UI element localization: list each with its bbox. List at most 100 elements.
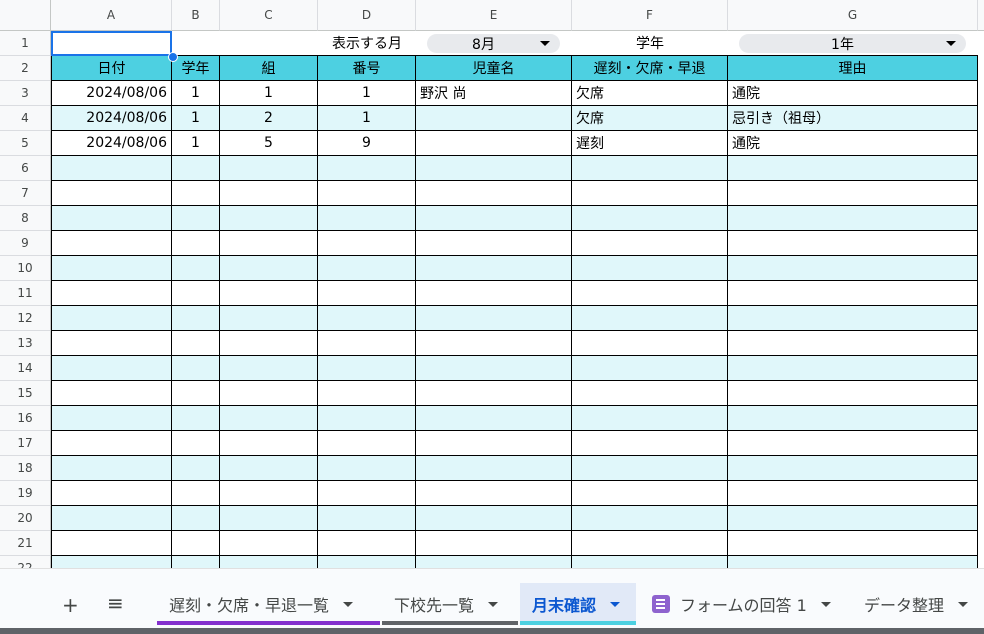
table-cell[interactable]: 欠席 (572, 81, 728, 106)
table-cell[interactable] (51, 206, 172, 231)
table-cell[interactable]: 1 (172, 81, 220, 106)
column-header-b[interactable]: B (172, 0, 220, 31)
spreadsheet-grid[interactable]: A B C D E F G 1 2 3 4 5 6 7 8 9 10 11 12… (0, 0, 984, 568)
table-cell[interactable] (318, 381, 416, 406)
column-header-g[interactable]: G (728, 0, 978, 31)
row-header[interactable]: 19 (0, 481, 51, 506)
table-cell[interactable] (572, 156, 728, 181)
table-cell[interactable] (220, 406, 318, 431)
table-cell[interactable] (318, 481, 416, 506)
table-cell[interactable] (172, 506, 220, 531)
table-cell[interactable]: 野沢 尚 (416, 81, 572, 106)
table-cell[interactable] (51, 181, 172, 206)
table-cell[interactable] (318, 531, 416, 556)
table-cell[interactable] (172, 431, 220, 456)
table-cell[interactable] (172, 256, 220, 281)
table-cell[interactable] (416, 281, 572, 306)
table-cell[interactable] (220, 456, 318, 481)
table-cell[interactable] (416, 106, 572, 131)
tab-menu-arrow-icon[interactable] (343, 601, 354, 607)
table-cell[interactable] (416, 431, 572, 456)
table-cell[interactable] (318, 506, 416, 531)
tab-menu-arrow-icon[interactable] (958, 601, 969, 607)
table-cell[interactable] (728, 306, 978, 331)
table-cell[interactable] (572, 306, 728, 331)
row-header[interactable]: 22 (0, 556, 51, 568)
table-cell[interactable] (318, 156, 416, 181)
table-cell[interactable] (728, 231, 978, 256)
table-cell[interactable] (572, 506, 728, 531)
tab-data-organize[interactable]: データ整理 (852, 583, 984, 625)
grade-dropdown[interactable]: 1年 (739, 34, 966, 53)
table-cell[interactable] (172, 456, 220, 481)
table-cell[interactable]: 通院 (728, 81, 978, 106)
fill-handle[interactable] (168, 52, 178, 62)
table-cell[interactable] (416, 556, 572, 568)
header-student-name[interactable]: 児童名 (416, 56, 572, 81)
table-cell[interactable] (572, 206, 728, 231)
column-header-d[interactable]: D (318, 0, 416, 31)
table-cell[interactable] (318, 231, 416, 256)
table-cell[interactable] (416, 131, 572, 156)
table-cell[interactable] (416, 256, 572, 281)
table-cell[interactable] (416, 456, 572, 481)
table-cell[interactable] (51, 531, 172, 556)
table-cell[interactable] (572, 256, 728, 281)
table-cell[interactable] (318, 406, 416, 431)
table-cell[interactable]: 通院 (728, 131, 978, 156)
table-cell[interactable] (318, 181, 416, 206)
table-cell[interactable]: 1 (172, 131, 220, 156)
table-cell[interactable] (220, 206, 318, 231)
table-cell[interactable] (220, 156, 318, 181)
row-header[interactable]: 14 (0, 356, 51, 381)
table-cell[interactable] (172, 181, 220, 206)
table-cell[interactable] (172, 331, 220, 356)
table-cell[interactable] (172, 231, 220, 256)
header-reason[interactable]: 理由 (728, 56, 978, 81)
row-header[interactable]: 2 (0, 56, 51, 81)
column-header-f[interactable]: F (572, 0, 728, 31)
table-cell[interactable]: 2024/08/06 (51, 106, 172, 131)
tab-menu-arrow-icon[interactable] (610, 601, 621, 607)
table-cell[interactable] (220, 506, 318, 531)
table-cell[interactable] (728, 381, 978, 406)
table-cell[interactable] (572, 531, 728, 556)
table-cell[interactable]: 1 (220, 81, 318, 106)
table-cell[interactable] (220, 281, 318, 306)
row-header[interactable]: 1 (0, 31, 51, 56)
column-header-c[interactable]: C (220, 0, 318, 31)
row-header[interactable]: 9 (0, 231, 51, 256)
table-cell[interactable] (318, 206, 416, 231)
row-header[interactable]: 16 (0, 406, 51, 431)
table-cell[interactable] (51, 481, 172, 506)
table-cell[interactable] (728, 456, 978, 481)
table-cell[interactable]: 忌引き（祖母） (728, 106, 978, 131)
add-sheet-icon[interactable]: + (62, 593, 79, 617)
table-cell[interactable] (172, 356, 220, 381)
table-cell[interactable] (728, 156, 978, 181)
table-cell[interactable] (572, 181, 728, 206)
table-cell[interactable] (51, 231, 172, 256)
table-cell[interactable] (728, 406, 978, 431)
table-cell[interactable] (318, 456, 416, 481)
month-dropdown[interactable]: 8月 (427, 34, 560, 53)
table-cell[interactable]: 9 (318, 131, 416, 156)
cell-b1-c1[interactable] (172, 31, 318, 56)
table-cell[interactable] (51, 456, 172, 481)
table-cell[interactable]: 2024/08/06 (51, 81, 172, 106)
row-header[interactable]: 13 (0, 331, 51, 356)
table-cell[interactable] (416, 506, 572, 531)
table-cell[interactable] (51, 556, 172, 568)
table-cell[interactable] (51, 306, 172, 331)
table-cell[interactable] (51, 431, 172, 456)
table-cell[interactable] (728, 431, 978, 456)
header-date[interactable]: 日付 (51, 56, 172, 81)
table-cell[interactable] (172, 556, 220, 568)
row-header[interactable]: 8 (0, 206, 51, 231)
table-cell[interactable] (172, 381, 220, 406)
table-cell[interactable] (220, 556, 318, 568)
row-header[interactable]: 20 (0, 506, 51, 531)
table-cell[interactable] (51, 381, 172, 406)
row-header[interactable]: 21 (0, 531, 51, 556)
table-cell[interactable] (728, 556, 978, 568)
